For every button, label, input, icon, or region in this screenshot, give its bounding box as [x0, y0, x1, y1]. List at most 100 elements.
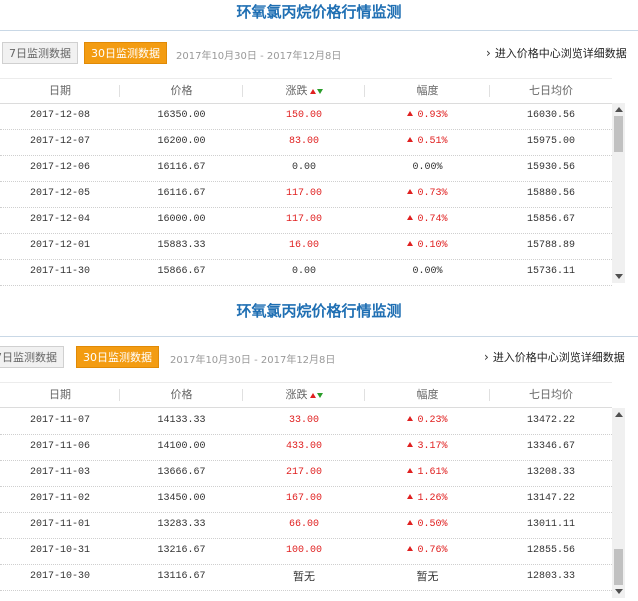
tab-7-day[interactable]: 7日监测数据	[0, 346, 64, 368]
price-center-link-label: 进入价格中心浏览详细数据	[494, 47, 627, 60]
price-cell: 13216.67	[157, 545, 206, 556]
date-range: 2017年10月30日 - 2017年12月8日	[170, 355, 336, 366]
triangle-up-icon	[407, 189, 414, 194]
change-cell: 66.00	[288, 519, 319, 530]
tab-30-day[interactable]: 30日监测数据	[84, 42, 167, 64]
price-center-link[interactable]: › 进入价格中心浏览详细数据	[484, 349, 625, 365]
column-header-label: 涨跌	[285, 388, 308, 401]
scroll-down-arrow-icon[interactable]	[612, 585, 625, 598]
tab-bar: 7日监测数据 30日监测数据 2017年10月30日 - 2017年12月8日 …	[0, 342, 638, 374]
change-cell: 0.00	[291, 266, 316, 277]
triangle-up-icon	[407, 416, 414, 421]
table-row: 2017-11-30 15866.67 0.00 0.00% 15736.11	[0, 259, 612, 286]
price-cell: 15883.33	[157, 240, 206, 251]
date-cell: 2017-11-02	[29, 493, 90, 504]
percent-cell: 0.73%	[365, 181, 490, 207]
scroll-down-arrow-icon[interactable]	[612, 270, 625, 283]
change-cell: 117.00	[285, 214, 322, 225]
triangle-up-icon	[407, 215, 414, 220]
triangle-up-icon	[407, 111, 414, 116]
column-header-label: 日期	[49, 84, 71, 97]
column-header-2[interactable]: 涨跌	[243, 383, 365, 407]
table-scrollbar[interactable]	[612, 103, 625, 283]
table-row: 2017-11-07 14133.33 33.00 0.23% 13472.22	[0, 408, 612, 435]
table-row: 2017-10-30 13116.67 暂无 暂无 12803.33	[0, 564, 612, 591]
column-header-1: 价格	[120, 383, 243, 407]
price-center-link[interactable]: › 进入价格中心浏览详细数据	[486, 45, 627, 61]
column-header-label: 价格	[170, 84, 193, 97]
date-cell: 2017-12-04	[29, 214, 90, 225]
price-panel-2: 环氧氯丙烷价格行情监测 7日监测数据 30日监测数据 2017年10月30日 -…	[0, 298, 638, 601]
change-cell: 433.00	[285, 441, 322, 452]
column-header-label: 日期	[49, 388, 71, 401]
triangle-up-icon	[407, 494, 414, 499]
column-header-label: 幅度	[416, 388, 439, 401]
tab-bar: 7日监测数据 30日监测数据 2017年10月30日 - 2017年12月8日 …	[0, 38, 638, 70]
scroll-up-arrow-icon[interactable]	[612, 103, 625, 116]
panel-title: 环氧氯丙烷价格行情监测	[236, 3, 402, 21]
date-cell: 2017-11-01	[29, 519, 90, 530]
triangle-up-icon	[407, 442, 414, 447]
table-row: 2017-10-31 13216.67 100.00 0.76% 12855.56	[0, 538, 612, 565]
price-panel-1: 环氧氯丙烷价格行情监测 7日监测数据 30日监测数据 2017年10月30日 -…	[0, 0, 638, 286]
percent-cell: 3.17%	[365, 434, 490, 460]
price-cell: 13116.67	[157, 571, 206, 582]
date-cell: 2017-12-08	[29, 110, 90, 121]
price-cell: 16000.00	[157, 214, 206, 225]
price-cell: 16116.67	[157, 162, 206, 173]
tab-30-day[interactable]: 30日监测数据	[76, 346, 159, 368]
percent-cell: 0.00%	[412, 266, 443, 277]
column-header-label: 七日均价	[529, 388, 573, 401]
column-header-4: 七日均价	[490, 79, 612, 103]
price-cell: 13283.33	[157, 519, 206, 530]
percent-cell: 0.50%	[365, 512, 490, 538]
tab-7-day[interactable]: 7日监测数据	[2, 42, 78, 64]
scroll-up-arrow-icon[interactable]	[612, 408, 625, 421]
price-cell: 13450.00	[157, 493, 206, 504]
avg-price-cell: 15856.67	[526, 214, 575, 225]
avg-price-cell: 15788.89	[526, 240, 575, 251]
percent-cell: 0.93%	[365, 103, 490, 129]
date-cell: 2017-12-01	[29, 240, 90, 251]
sort-up-down-icon[interactable]	[309, 383, 323, 407]
percent-cell: 1.26%	[365, 486, 490, 512]
change-cell: 167.00	[285, 493, 322, 504]
scroll-thumb[interactable]	[614, 116, 623, 152]
price-cell: 16200.00	[157, 136, 206, 147]
avg-price-cell: 15930.56	[526, 162, 575, 173]
avg-price-cell: 15880.56	[526, 188, 575, 199]
change-cell: 117.00	[285, 188, 322, 199]
avg-price-cell: 12803.33	[526, 571, 575, 582]
table-row: 2017-11-02 13450.00 167.00 1.26% 13147.22	[0, 486, 612, 513]
date-cell: 2017-12-05	[29, 188, 90, 199]
table-row: 2017-12-05 16116.67 117.00 0.73% 15880.56	[0, 181, 612, 208]
triangle-up-icon	[407, 546, 414, 551]
table-row: 2017-11-03 13666.67 217.00 1.61% 13208.33	[0, 460, 612, 487]
sort-up-down-icon[interactable]	[309, 79, 323, 103]
table-header: 日期 价格 涨跌 幅度 七日均价	[0, 78, 612, 104]
scroll-thumb[interactable]	[614, 549, 623, 585]
title-divider	[0, 336, 638, 337]
percent-cell: 0.76%	[365, 538, 490, 564]
table-row: 2017-12-07 16200.00 83.00 0.51% 15975.00	[0, 129, 612, 156]
column-header-2[interactable]: 涨跌	[243, 79, 365, 103]
column-header-3: 幅度	[365, 383, 490, 407]
date-cell: 2017-10-30	[29, 571, 90, 582]
column-header-3: 幅度	[365, 79, 490, 103]
date-cell: 2017-11-30	[29, 266, 90, 277]
column-header-1: 价格	[120, 79, 243, 103]
table-scrollbar[interactable]	[612, 408, 625, 598]
price-cell: 14100.00	[157, 441, 206, 452]
change-cell: 100.00	[285, 545, 322, 556]
percent-cell: 0.10%	[365, 233, 490, 259]
change-cell: 150.00	[285, 110, 322, 121]
change-cell: 83.00	[288, 136, 319, 147]
price-center-link-label: 进入价格中心浏览详细数据	[492, 351, 625, 364]
table-header: 日期 价格 涨跌 幅度 七日均价	[0, 382, 612, 408]
percent-cell: 0.00%	[412, 162, 443, 173]
table-row: 2017-12-08 16350.00 150.00 0.93% 16030.56	[0, 103, 612, 130]
change-cell: 217.00	[285, 467, 322, 478]
date-cell: 2017-11-06	[29, 441, 90, 452]
price-cell: 16350.00	[157, 110, 206, 121]
column-header-label: 涨跌	[285, 84, 308, 97]
